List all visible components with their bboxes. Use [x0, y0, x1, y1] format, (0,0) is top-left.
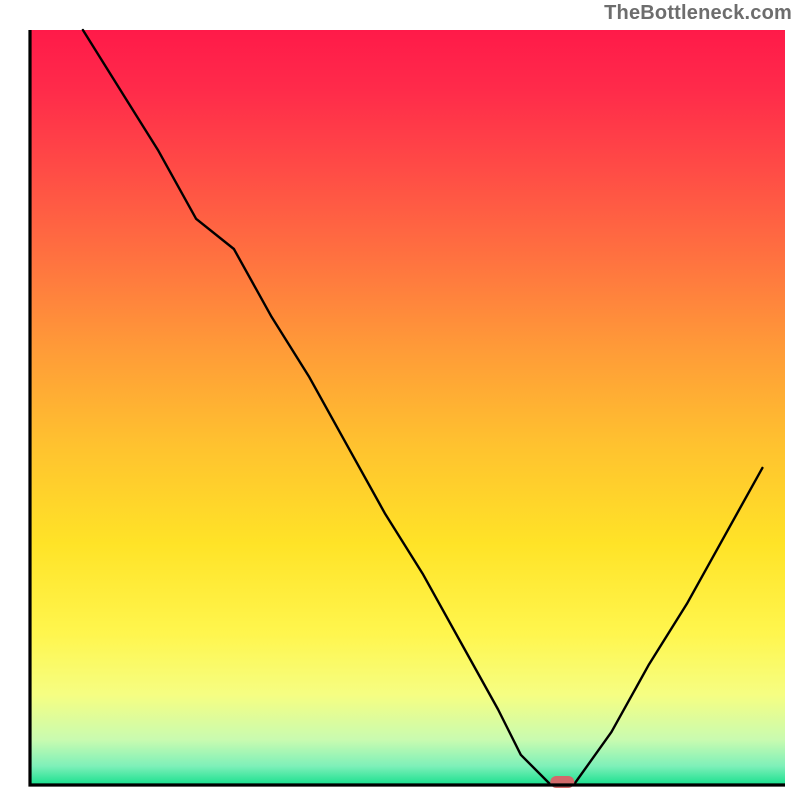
- chart-container: TheBottleneck.com: [0, 0, 800, 800]
- bottleneck-chart: [0, 0, 800, 800]
- gradient-background: [30, 30, 785, 785]
